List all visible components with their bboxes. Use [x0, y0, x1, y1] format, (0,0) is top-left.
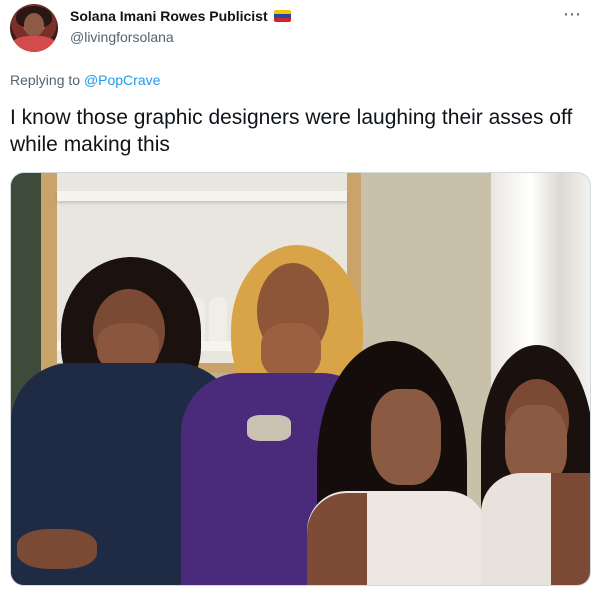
replying-to-label: Replying to — [10, 72, 81, 88]
reply-mention-link[interactable]: @PopCrave — [84, 72, 160, 88]
photo-person-2-wrist — [247, 415, 291, 441]
flag-stripe-bottom — [273, 17, 291, 22]
avatar-face — [24, 13, 44, 37]
flag-icon — [273, 9, 291, 22]
photo-person-2-hand — [261, 323, 321, 379]
author-handle[interactable]: @livingforsolana — [70, 29, 174, 45]
more-options-icon[interactable]: ⋯ — [563, 4, 582, 25]
photo-shoe — [209, 297, 227, 341]
author-display-name[interactable]: Solana Imani Rowes Publicist — [70, 8, 268, 24]
replying-to: Replying to @PopCrave — [10, 72, 160, 88]
tweet-card: Solana Imani Rowes Publicist @livingfors… — [0, 0, 600, 595]
tweet-text: I know those graphic designers were laug… — [10, 106, 573, 156]
photo-person-4-shoulder — [551, 473, 590, 585]
avatar[interactable] — [10, 4, 58, 52]
avatar-shirt — [12, 36, 56, 52]
tweet-photo[interactable] — [10, 172, 591, 586]
photo-shelf-board — [57, 191, 347, 201]
photo-person-1-hand-low — [17, 529, 97, 569]
author-name-row: Solana Imani Rowes Publicist — [70, 8, 291, 24]
photo-person-3-hand — [371, 389, 441, 485]
photo-person-3-shoulder — [307, 493, 367, 585]
